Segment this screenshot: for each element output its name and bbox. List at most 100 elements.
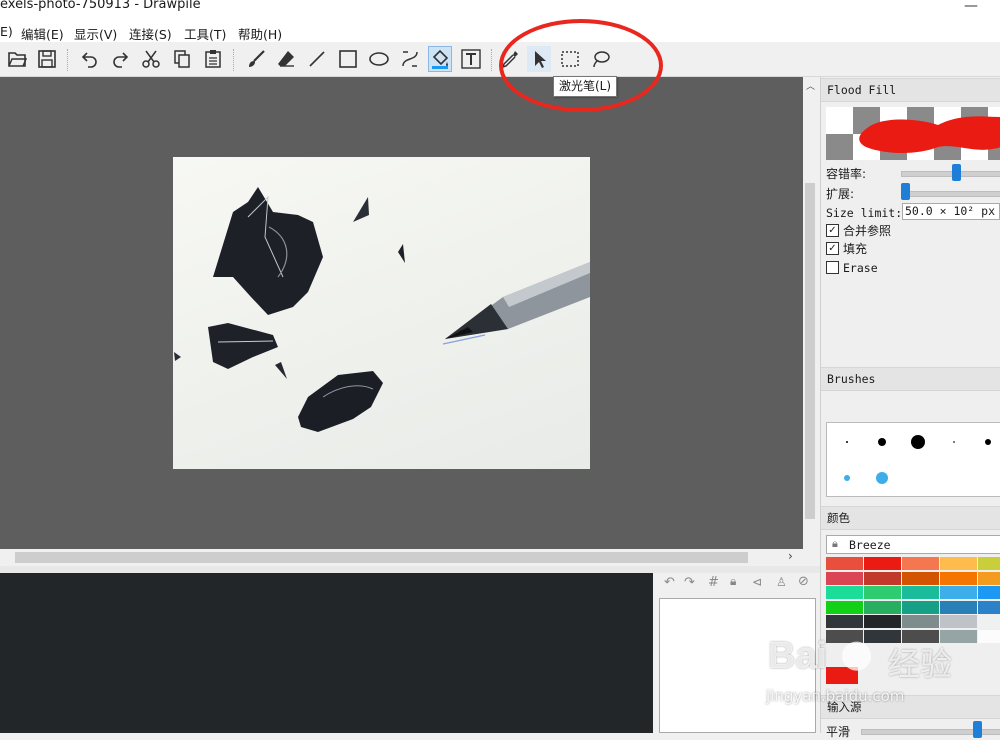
scroll-up-icon[interactable]: ︿ [806,79,815,92]
merge-label: 合并参照 [843,224,892,238]
color-swatch[interactable] [826,571,863,585]
undo-icon[interactable]: ↶ [664,575,675,590]
paste-icon[interactable] [201,46,225,72]
horizontal-scrollbar[interactable]: › [0,549,803,566]
vertical-scrollbar[interactable]: ︿ [803,77,817,549]
grid-icon[interactable]: # [708,575,719,590]
color-swatch[interactable] [978,600,1000,614]
color-swatch[interactable] [940,600,977,614]
block-icon[interactable]: ⊘ [798,574,809,589]
horizontal-scroll-thumb[interactable] [15,552,748,563]
watermark-brand: Bai [768,635,828,677]
color-swatch[interactable] [940,571,977,585]
palette-lock-icon: 🔒︎ [832,537,838,550]
open-icon[interactable] [5,46,29,72]
color-swatch[interactable] [978,557,1000,570]
fill-label: 填充 [843,242,868,256]
menu-session[interactable]: 连接(S) [129,24,172,43]
window-title: exels-photo-750913 - Drawpile [0,0,201,12]
menu-bar: E) 编辑(E) 显示(V) 连接(S) 工具(T) 帮助(H) [0,20,1000,42]
color-swatch[interactable] [978,571,1000,585]
redo-icon[interactable] [108,46,132,72]
color-swatch[interactable] [826,586,863,599]
expand-slider-handle[interactable] [901,183,910,200]
vertical-scroll-thumb[interactable] [805,183,815,519]
annotation-circle [499,19,663,112]
dock-divider[interactable] [0,566,820,573]
brushes-title: Brushes [821,367,1000,391]
save-icon[interactable] [35,46,59,72]
cut-icon[interactable] [139,46,163,72]
text-tool-icon[interactable] [459,46,483,72]
ellipse-icon[interactable] [367,46,391,72]
tooltip: 激光笔(L) [553,76,618,97]
menu-help[interactable]: 帮助(H) [238,24,282,43]
color-swatch[interactable] [864,571,901,585]
pencil-shavings-photo [174,187,590,432]
brush-preset-dot [911,435,925,449]
colors-title: 颜色 [821,506,1000,530]
line-icon[interactable] [305,46,329,72]
color-swatch[interactable] [864,557,901,570]
fill-preview [826,107,1000,160]
menu-file[interactable]: E) [0,24,13,39]
user-lock-icon[interactable]: ♙ [776,575,787,589]
bezier-icon[interactable] [398,46,422,72]
watermark-url: jingyan.baidu.com [766,687,905,705]
layer-toolbar: ↶ ↷ # 🔒︎ ⊲ ♙ ⊘ [656,573,820,595]
lock-icon[interactable]: 🔒︎ [730,574,736,589]
menu-view[interactable]: 显示(V) [74,24,117,43]
color-swatch[interactable] [826,600,863,614]
fill-preview-shape [859,116,1000,153]
brush-preset-dot [876,472,888,484]
color-swatch[interactable] [864,586,901,599]
flood-fill-icon[interactable] [428,46,452,72]
fill-checkbox[interactable]: ✓ [826,242,839,255]
watermark-brand2: 经验 [888,645,953,683]
brush-preset-dot [985,439,991,445]
color-swatch[interactable] [826,557,863,570]
minimize-button[interactable]: — [964,0,978,14]
color-swatch[interactable] [902,600,939,614]
smoothing-slider-handle[interactable] [973,721,982,738]
expand-label: 扩展: [826,187,855,201]
tolerance-slider[interactable] [901,171,1000,177]
canvas-image [173,157,590,469]
brush-preset-dot [878,438,886,446]
brush-preset-dot [953,441,955,443]
palette-name: Breeze [849,538,891,552]
redo-icon[interactable]: ↷ [684,575,695,590]
copy-icon[interactable] [170,46,194,72]
title-bar: exels-photo-750913 - Drawpile — [0,0,1000,20]
eraser-icon[interactable] [274,46,298,72]
merge-checkbox[interactable]: ✓ [826,224,839,237]
erase-checkbox[interactable] [826,261,839,274]
color-swatch[interactable] [864,600,901,614]
tolerance-slider-handle[interactable] [952,164,961,181]
tool-settings-title: Flood Fill [821,78,1000,102]
tag-icon[interactable]: ⊲ [752,575,762,589]
brush-preset-dot [844,475,850,481]
rectangle-icon[interactable] [336,46,360,72]
brush-presets[interactable] [826,422,1000,497]
erase-label: Erase [843,261,878,275]
palette-selector[interactable]: 🔒︎ Breeze [826,535,1000,554]
menu-tools[interactable]: 工具(T) [184,24,226,43]
paw-icon: ● [840,631,874,675]
baidu-watermark: Bai ● 经验 jingyan.baidu.com [760,623,1000,713]
brush-icon[interactable] [244,46,268,72]
color-swatch[interactable] [940,557,977,570]
expand-slider[interactable] [901,191,1000,197]
color-swatch[interactable] [902,571,939,585]
menu-edit[interactable]: 编辑(E) [21,24,64,43]
undo-icon[interactable] [78,46,102,72]
color-swatch[interactable] [902,557,939,570]
scroll-right-icon[interactable]: › [788,549,793,563]
color-swatch[interactable] [902,586,939,599]
tolerance-label: 容错率: [826,167,867,181]
toolbar-separator [67,49,68,71]
chat-panel[interactable] [0,573,653,733]
color-swatch[interactable] [978,586,1000,599]
size-limit-field[interactable]: 50.0 × 10² px [902,203,1000,220]
color-swatch[interactable] [940,586,977,599]
